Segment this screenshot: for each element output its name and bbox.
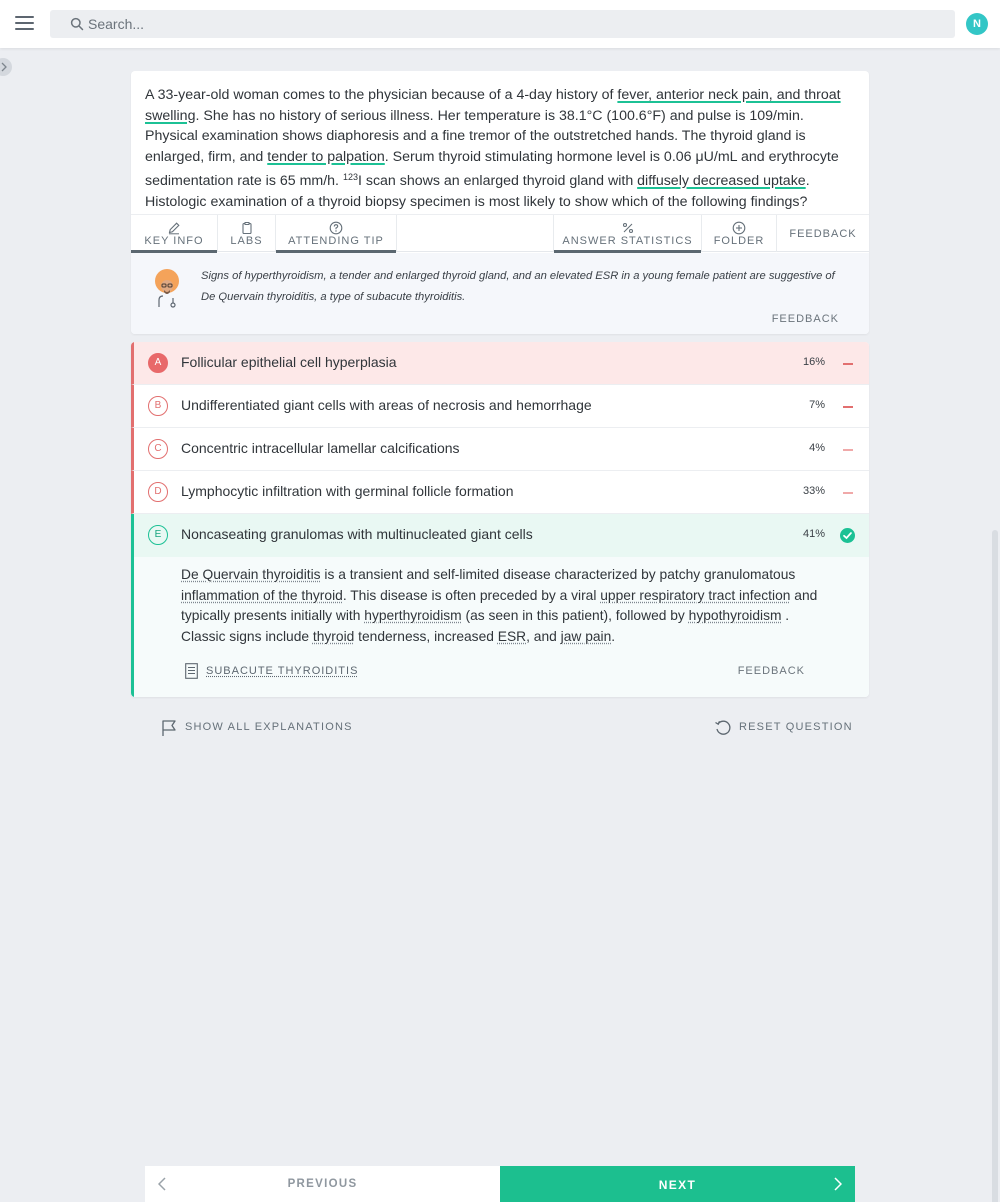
tab-label: LABS xyxy=(230,235,263,247)
answer-percentage: 7% xyxy=(809,399,825,411)
answer-percentage: 16% xyxy=(802,356,825,368)
answer-letter-badge: D xyxy=(148,482,168,502)
highlight-key-info[interactable]: tender to palpation xyxy=(267,149,385,165)
answer-percentage: 33% xyxy=(802,485,825,497)
tab-label: FOLDER xyxy=(713,235,765,247)
tab-attending-tip[interactable]: ATTENDING TIP xyxy=(276,215,396,253)
reset-icon xyxy=(715,720,731,735)
glossary-link[interactable]: jaw pain xyxy=(561,629,612,644)
isotope-superscript: 123 xyxy=(342,172,358,182)
glossary-link[interactable]: ESR xyxy=(498,629,526,644)
tab-labs[interactable]: LABS xyxy=(218,215,275,252)
tab-label: KEY INFO xyxy=(144,235,204,247)
answer-choice-a[interactable]: A Follicular epithelial cell hyperplasia… xyxy=(131,342,869,385)
article-icon xyxy=(185,663,198,679)
glossary-link[interactable]: hypothyroidism xyxy=(689,608,782,623)
incorrect-dash-icon xyxy=(843,492,853,494)
user-avatar[interactable]: N xyxy=(966,13,988,35)
glossary-link[interactable]: inflammation of the thyroid xyxy=(181,588,343,603)
answer-choice-b[interactable]: B Undifferentiated giant cells with area… xyxy=(131,385,869,428)
search-input[interactable] xyxy=(88,10,938,38)
incorrect-dash-icon xyxy=(843,363,853,365)
scrollbar-thumb[interactable] xyxy=(992,530,998,1202)
reset-label: RESET QUESTION xyxy=(739,721,853,733)
tab-divider xyxy=(396,215,397,252)
answer-explanation: De Quervain thyroiditis is a transient a… xyxy=(131,557,869,697)
answer-text: Noncaseating granulomas with multinuclea… xyxy=(181,526,533,542)
tip-feedback-button[interactable]: FEEDBACK xyxy=(772,313,839,325)
page-scrollbar[interactable] xyxy=(990,50,1000,1202)
article-link[interactable]: SUBACUTE THYROIDITIS xyxy=(206,665,358,677)
answer-choices: A Follicular epithelial cell hyperplasia… xyxy=(131,342,869,697)
sidebar-expand-toggle[interactable] xyxy=(0,58,12,76)
answer-letter-badge: A xyxy=(148,353,168,373)
answer-choice-d[interactable]: D Lymphocytic infiltration with germinal… xyxy=(131,471,869,514)
explanation-text: De Quervain thyroiditis is a transient a… xyxy=(181,567,818,644)
answer-percentage: 41% xyxy=(802,528,825,540)
answer-text: Undifferentiated giant cells with areas … xyxy=(181,397,592,413)
tab-label: ATTENDING TIP xyxy=(288,235,384,247)
incorrect-dash-icon xyxy=(843,406,853,408)
tab-label: ANSWER STATISTICS xyxy=(562,235,693,247)
glossary-link[interactable]: upper respiratory tract infection xyxy=(600,588,790,603)
stem-text: I scan shows an enlarged thyroid gland w… xyxy=(357,173,638,189)
attending-tip-panel: Signs of hyperthyroidism, a tender and e… xyxy=(131,253,869,334)
glossary-link[interactable]: thyroid xyxy=(313,629,354,644)
pencil-icon xyxy=(168,222,180,235)
question-tabs: KEY INFO LABS ATTENDING TIP ANSWER STATI… xyxy=(131,214,869,253)
answer-choice-e[interactable]: E Noncaseating granulomas with multinucl… xyxy=(131,514,869,557)
tab-key-info[interactable]: KEY INFO xyxy=(131,215,217,253)
answer-letter-badge: B xyxy=(148,396,168,416)
next-button[interactable]: NEXT xyxy=(500,1166,855,1202)
hamburger-menu-icon[interactable] xyxy=(15,16,34,30)
answer-text: Follicular epithelial cell hyperplasia xyxy=(181,354,397,370)
tab-folder[interactable]: FOLDER xyxy=(702,215,776,252)
glossary-link[interactable]: hyperthyroidism xyxy=(364,608,461,623)
next-label: NEXT xyxy=(658,1178,697,1192)
question-circle-icon xyxy=(329,221,343,235)
tab-label: FEEDBACK xyxy=(789,228,857,240)
attending-tip-text: Signs of hyperthyroidism, a tender and e… xyxy=(201,270,835,303)
search-icon xyxy=(70,17,84,31)
doctor-avatar-icon xyxy=(155,269,179,308)
percent-icon xyxy=(622,222,633,234)
clipboard-icon xyxy=(241,222,252,235)
question-stem: A 33-year-old woman comes to the physici… xyxy=(145,85,857,212)
glossary-link[interactable]: De Quervain thyroiditis xyxy=(181,567,321,582)
top-bar: N xyxy=(0,0,1000,48)
search-bar[interactable] xyxy=(50,10,955,38)
incorrect-dash-icon xyxy=(843,449,853,451)
show-all-label: SHOW ALL EXPLANATIONS xyxy=(185,721,353,733)
chevron-right-icon xyxy=(834,1177,842,1191)
answer-text: Lymphocytic infiltration with germinal f… xyxy=(181,483,514,499)
flag-icon xyxy=(162,720,176,736)
explanation-feedback-button[interactable]: FEEDBACK xyxy=(738,665,805,677)
answer-letter-badge: C xyxy=(148,439,168,459)
tab-answer-statistics[interactable]: ANSWER STATISTICS xyxy=(554,215,701,253)
answer-choice-c[interactable]: C Concentric intracellular lamellar calc… xyxy=(131,428,869,471)
highlight-key-info[interactable]: diffusely decreased uptake xyxy=(637,173,806,189)
answer-letter-badge: E xyxy=(148,525,168,545)
answer-text: Concentric intracellular lamellar calcif… xyxy=(181,440,460,456)
question-navigation: PREVIOUS NEXT xyxy=(145,1166,855,1202)
chevron-right-icon xyxy=(1,62,7,72)
add-circle-icon xyxy=(732,221,746,235)
answer-percentage: 4% xyxy=(809,442,825,454)
tab-feedback[interactable]: FEEDBACK xyxy=(777,215,869,252)
stem-text: A 33-year-old woman comes to the physici… xyxy=(145,87,618,103)
previous-button[interactable]: PREVIOUS xyxy=(145,1166,500,1202)
previous-label: PREVIOUS xyxy=(287,1178,358,1190)
question-card: A 33-year-old woman comes to the physici… xyxy=(131,71,869,334)
correct-check-icon xyxy=(840,528,855,543)
